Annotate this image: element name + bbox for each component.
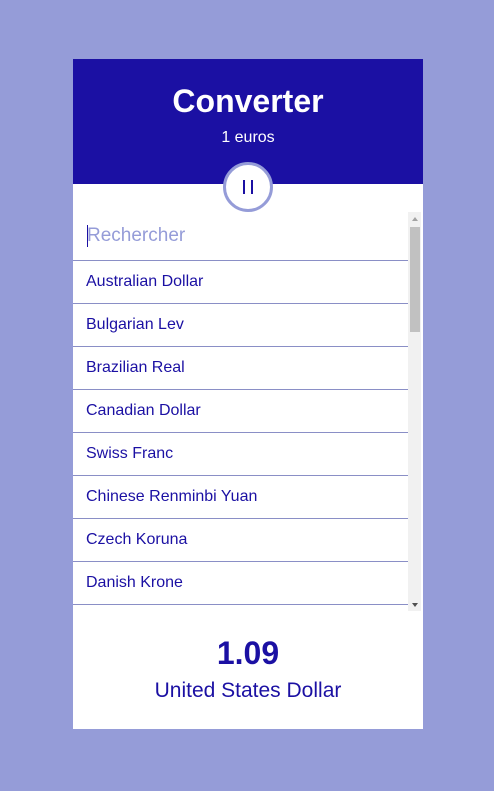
search-row bbox=[73, 212, 408, 261]
result-currency: United States Dollar bbox=[154, 679, 342, 702]
pause-button[interactable] bbox=[223, 162, 273, 212]
list-item-czech-koruna[interactable]: Czech Koruna bbox=[73, 519, 408, 562]
scrollbar[interactable] bbox=[408, 212, 421, 611]
page-title: Converter bbox=[172, 83, 324, 119]
list-item-swiss-franc[interactable]: Swiss Franc bbox=[73, 433, 408, 476]
scroll-up-arrow-icon[interactable] bbox=[408, 212, 421, 225]
scroll-down-arrow-icon[interactable] bbox=[408, 598, 421, 611]
scrollbar-thumb[interactable] bbox=[410, 227, 420, 332]
amount-subtitle: 1 euros bbox=[221, 129, 275, 146]
currency-items: Australian Dollar Bulgarian Lev Brazilia… bbox=[73, 261, 408, 605]
converter-card: Converter 1 euros Australian Dollar Bulg… bbox=[73, 59, 423, 729]
pause-icon bbox=[243, 180, 245, 194]
text-cursor bbox=[87, 225, 88, 247]
pause-icon-bar bbox=[251, 180, 253, 194]
result-value: 1.09 bbox=[216, 635, 280, 671]
list-item-australian-dollar[interactable]: Australian Dollar bbox=[73, 261, 408, 304]
search-input[interactable] bbox=[87, 223, 397, 249]
list-item-danish-krone[interactable]: Danish Krone bbox=[73, 562, 408, 605]
list-item-brazilian-real[interactable]: Brazilian Real bbox=[73, 347, 408, 390]
list-item-canadian-dollar[interactable]: Canadian Dollar bbox=[73, 390, 408, 433]
list-item-chinese-renminbi-yuan[interactable]: Chinese Renminbi Yuan bbox=[73, 476, 408, 519]
list-item-bulgarian-lev[interactable]: Bulgarian Lev bbox=[73, 304, 408, 347]
result-panel: 1.09 United States Dollar bbox=[73, 611, 423, 729]
currency-list: Australian Dollar Bulgarian Lev Brazilia… bbox=[73, 212, 423, 611]
